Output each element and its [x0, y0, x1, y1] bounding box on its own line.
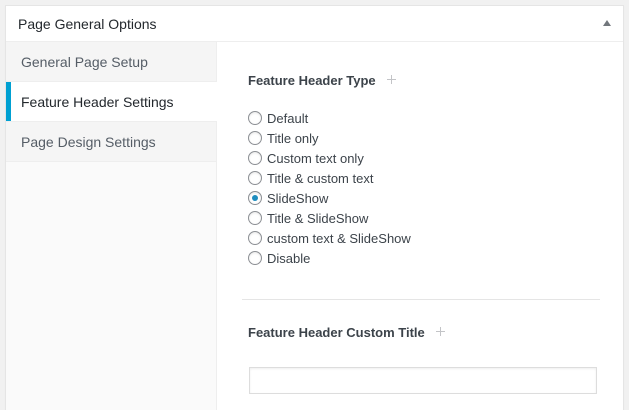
radio-label: Title & SlideShow	[267, 210, 369, 226]
feature-header-custom-title-label: Feature Header Custom Title	[248, 325, 445, 341]
tab-label: General Page Setup	[21, 54, 148, 70]
tab-content-panel: Feature Header Type Default Title only C…	[217, 42, 623, 410]
radio-button[interactable]	[248, 231, 262, 245]
radio-label: Title & custom text	[267, 170, 374, 186]
field-label-text: Feature Header Custom Title	[248, 325, 425, 340]
field-label-text: Feature Header Type	[248, 73, 376, 88]
radio-option-slideshow[interactable]: SlideShow	[248, 188, 411, 208]
radio-label: Default	[267, 110, 309, 126]
radio-label: SlideShow	[267, 190, 329, 206]
radio-button[interactable]	[248, 171, 262, 185]
radio-option-custom-text-slideshow[interactable]: custom text & SlideShow	[248, 228, 411, 248]
radio-option-title-slideshow[interactable]: Title & SlideShow	[248, 208, 411, 228]
radio-option-title-only[interactable]: Title only	[248, 128, 411, 148]
radio-option-default[interactable]: Default	[248, 108, 411, 128]
radio-button[interactable]	[248, 151, 262, 165]
radio-label: Disable	[267, 250, 311, 266]
metabox-title: Page General Options	[18, 16, 157, 32]
metabox-header[interactable]: Page General Options	[6, 6, 623, 42]
radio-option-custom-text-only[interactable]: Custom text only	[248, 148, 411, 168]
radio-button[interactable]	[248, 211, 262, 225]
section-divider	[242, 299, 600, 300]
page-general-options-metabox: Page General Options General Page Setup …	[5, 5, 624, 410]
collapse-arrow-icon[interactable]	[603, 20, 611, 26]
tab-label: Feature Header Settings	[21, 94, 174, 110]
feature-header-type-radio-group: Default Title only Custom text only Titl…	[248, 108, 411, 268]
tab-general-page-setup[interactable]: General Page Setup	[6, 42, 216, 82]
radio-button[interactable]	[248, 251, 262, 265]
radio-label: custom text & SlideShow	[267, 230, 411, 246]
radio-option-disable[interactable]: Disable	[248, 248, 411, 268]
tab-label: Page Design Settings	[21, 134, 156, 150]
feature-header-type-label: Feature Header Type	[248, 73, 396, 89]
tab-feature-header-settings[interactable]: Feature Header Settings	[6, 82, 217, 122]
feature-header-custom-title-input[interactable]	[249, 367, 597, 394]
radio-button[interactable]	[248, 111, 262, 125]
radio-button[interactable]	[248, 131, 262, 145]
radio-label: Custom text only	[267, 150, 364, 166]
settings-tabs-sidebar: General Page Setup Feature Header Settin…	[6, 42, 217, 410]
radio-option-title-custom-text[interactable]: Title & custom text	[248, 168, 411, 188]
tab-page-design-settings[interactable]: Page Design Settings	[6, 122, 216, 162]
radio-label: Title only	[267, 130, 319, 146]
plus-icon[interactable]	[435, 327, 445, 336]
radio-button[interactable]	[248, 191, 262, 205]
plus-icon[interactable]	[386, 75, 396, 84]
